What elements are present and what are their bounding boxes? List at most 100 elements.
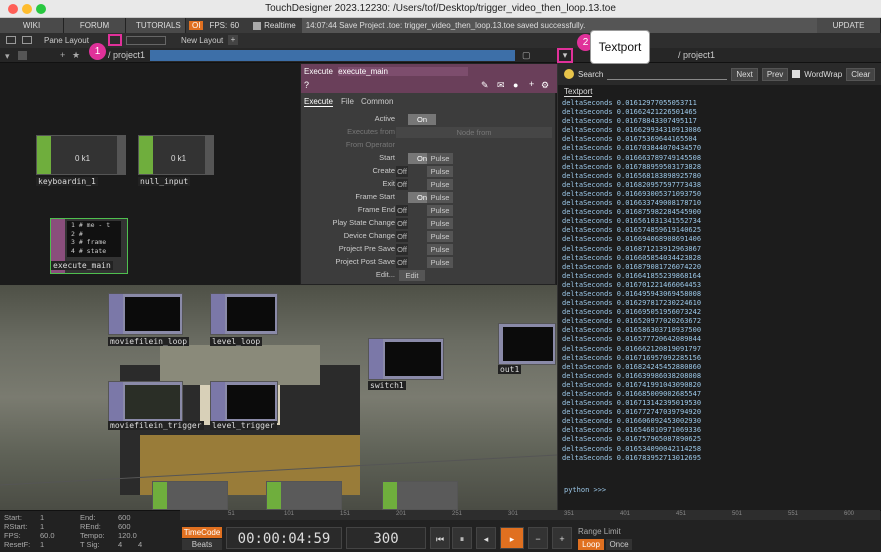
null-input-node[interactable]: 0 k1 bbox=[138, 135, 214, 175]
prev-button[interactable]: Prev bbox=[761, 67, 789, 81]
step-plus-icon[interactable]: + bbox=[552, 527, 572, 549]
timecode-button[interactable]: TimeCode bbox=[182, 527, 222, 538]
tsig-value-a[interactable]: 4 bbox=[118, 540, 122, 549]
tab-file[interactable]: File bbox=[341, 97, 354, 106]
help-icon[interactable]: ? bbox=[304, 80, 309, 90]
resetf-value[interactable]: 1 bbox=[40, 540, 44, 549]
start-pulse-button[interactable]: Pulse bbox=[427, 153, 453, 164]
split-pane-button[interactable] bbox=[108, 34, 122, 46]
step-minus-icon[interactable]: − bbox=[528, 527, 548, 549]
chop-node[interactable] bbox=[266, 481, 342, 510]
start-value[interactable]: 1 bbox=[40, 513, 44, 522]
pre-save-pulse-button[interactable]: Pulse bbox=[427, 244, 453, 255]
tab-execute[interactable]: Execute bbox=[304, 97, 333, 107]
rstart-value[interactable]: 1 bbox=[40, 522, 44, 531]
execute-main-node[interactable]: 1 # me - t 2 # 3 # frame 4 # state execu… bbox=[50, 218, 128, 274]
pause-icon[interactable]: ⏸ bbox=[452, 527, 472, 549]
frame-end-toggle[interactable]: Off bbox=[396, 205, 408, 216]
fps-label: FPS: bbox=[4, 531, 21, 540]
timecode-display[interactable]: 00:00:04:59 bbox=[226, 527, 342, 549]
python-prompt[interactable]: python >>> bbox=[564, 486, 606, 494]
tsig-value-b[interactable]: 4 bbox=[138, 540, 142, 549]
tutorials-button[interactable]: TUTORIALS bbox=[126, 18, 186, 33]
step-back-icon[interactable]: ◂ bbox=[476, 527, 496, 549]
switch1-node[interactable] bbox=[368, 338, 444, 380]
device-change-toggle[interactable]: Off bbox=[396, 231, 408, 242]
ruler-tick-label: 351 bbox=[564, 511, 575, 517]
zoom-window-button[interactable] bbox=[36, 4, 46, 14]
loop-button[interactable]: Loop bbox=[578, 539, 604, 550]
post-save-pulse-button[interactable]: Pulse bbox=[427, 257, 453, 268]
active-toggle[interactable]: On bbox=[408, 114, 436, 125]
gear-icon[interactable]: ⚙ bbox=[541, 80, 549, 91]
out1-node[interactable] bbox=[498, 323, 556, 365]
python-icon[interactable]: ● bbox=[513, 80, 518, 90]
tempo-value[interactable]: 120.0 bbox=[118, 531, 137, 540]
frame-display[interactable]: 300 bbox=[346, 527, 426, 549]
beats-button[interactable]: Beats bbox=[182, 539, 222, 550]
wiki-button[interactable]: WIKI bbox=[0, 18, 64, 33]
operator-type: Execute bbox=[304, 67, 333, 76]
pre-save-toggle[interactable]: Off bbox=[396, 244, 408, 255]
add-layout-button[interactable]: + bbox=[228, 35, 238, 45]
rend-value[interactable]: 600 bbox=[118, 522, 131, 531]
executes-from-menu[interactable]: Node from bbox=[396, 127, 552, 138]
forum-button[interactable]: FORUM bbox=[64, 18, 126, 33]
exit-pulse-button[interactable]: Pulse bbox=[427, 179, 453, 190]
realtime-checkbox[interactable] bbox=[253, 21, 262, 30]
textport-tab[interactable]: Textport bbox=[564, 87, 593, 97]
level-trigger-node[interactable] bbox=[210, 381, 278, 423]
frame-end-pulse-button[interactable]: Pulse bbox=[427, 205, 453, 216]
down-arrow-icon[interactable]: ▾ bbox=[5, 51, 10, 62]
chop-node[interactable] bbox=[152, 481, 228, 510]
video-thumbnail bbox=[227, 297, 275, 331]
network-editor[interactable]: 0 k1 keyboardin_1 0 k1 null_input 1 # me… bbox=[0, 63, 557, 510]
end-value[interactable]: 600 bbox=[118, 513, 131, 522]
moviefilein-loop-node[interactable] bbox=[108, 293, 183, 335]
chop-node[interactable] bbox=[382, 481, 458, 510]
keyboardin-node[interactable]: 0 k1 bbox=[36, 135, 126, 175]
frame-start-pulse-button[interactable]: Pulse bbox=[427, 192, 453, 203]
play-icon[interactable]: ▸ bbox=[500, 527, 524, 549]
tempo-label: Tempo: bbox=[80, 531, 105, 540]
star-icon[interactable]: ★ bbox=[72, 50, 80, 61]
timeline-ruler[interactable]: 51 101 151 201 251 301 351 401 451 501 551 600 bbox=[180, 510, 880, 520]
create-pulse-button[interactable]: Pulse bbox=[427, 166, 453, 177]
edit-button[interactable]: Edit bbox=[399, 270, 425, 281]
next-button[interactable]: Next bbox=[731, 67, 758, 81]
oi-badge[interactable]: OI bbox=[189, 21, 204, 30]
once-button[interactable]: Once bbox=[606, 539, 632, 550]
network-path-left[interactable]: / project1 bbox=[108, 50, 145, 60]
tab-common[interactable]: Common bbox=[361, 97, 393, 106]
home-icon[interactable] bbox=[18, 51, 27, 60]
add-icon[interactable]: + bbox=[529, 79, 534, 89]
add-icon[interactable]: + bbox=[60, 50, 65, 60]
pane-split-icon[interactable] bbox=[22, 36, 32, 44]
minimize-window-button[interactable] bbox=[22, 4, 32, 14]
rewind-icon[interactable]: ⏮ bbox=[430, 527, 450, 549]
wordwrap-checkbox[interactable] bbox=[792, 70, 801, 78]
device-change-pulse-button[interactable]: Pulse bbox=[427, 231, 453, 242]
create-toggle[interactable]: Off bbox=[396, 166, 408, 177]
operator-name-field[interactable] bbox=[338, 67, 469, 76]
layout-presets-icon[interactable] bbox=[126, 36, 166, 45]
comment-icon[interactable]: ✉ bbox=[497, 80, 505, 91]
play-state-toggle[interactable]: Off bbox=[396, 218, 408, 229]
network-path-field[interactable] bbox=[150, 50, 515, 61]
level-loop-node[interactable] bbox=[210, 293, 278, 335]
search-input[interactable] bbox=[607, 69, 728, 80]
fps-value[interactable]: 60.0 bbox=[40, 531, 55, 540]
edit-icon[interactable]: ✎ bbox=[481, 80, 489, 91]
pane-options-icon[interactable]: ▢ bbox=[522, 50, 531, 61]
post-save-toggle[interactable]: Off bbox=[396, 257, 408, 268]
pane-icon[interactable] bbox=[6, 36, 16, 44]
play-state-pulse-button[interactable]: Pulse bbox=[427, 218, 453, 229]
moviefilein-trigger-node[interactable] bbox=[108, 381, 183, 423]
clear-button[interactable]: Clear bbox=[846, 67, 876, 81]
exit-toggle[interactable]: Off bbox=[396, 179, 408, 190]
update-button[interactable]: UPDATE bbox=[817, 18, 881, 33]
pane-type-menu-button[interactable]: ▾ bbox=[557, 48, 573, 63]
textport-output[interactable]: deltaSeconds 0.01612977055053711 deltaSec… bbox=[562, 99, 878, 499]
close-window-button[interactable] bbox=[8, 4, 18, 14]
network-path-right[interactable]: / project1 bbox=[678, 50, 715, 60]
